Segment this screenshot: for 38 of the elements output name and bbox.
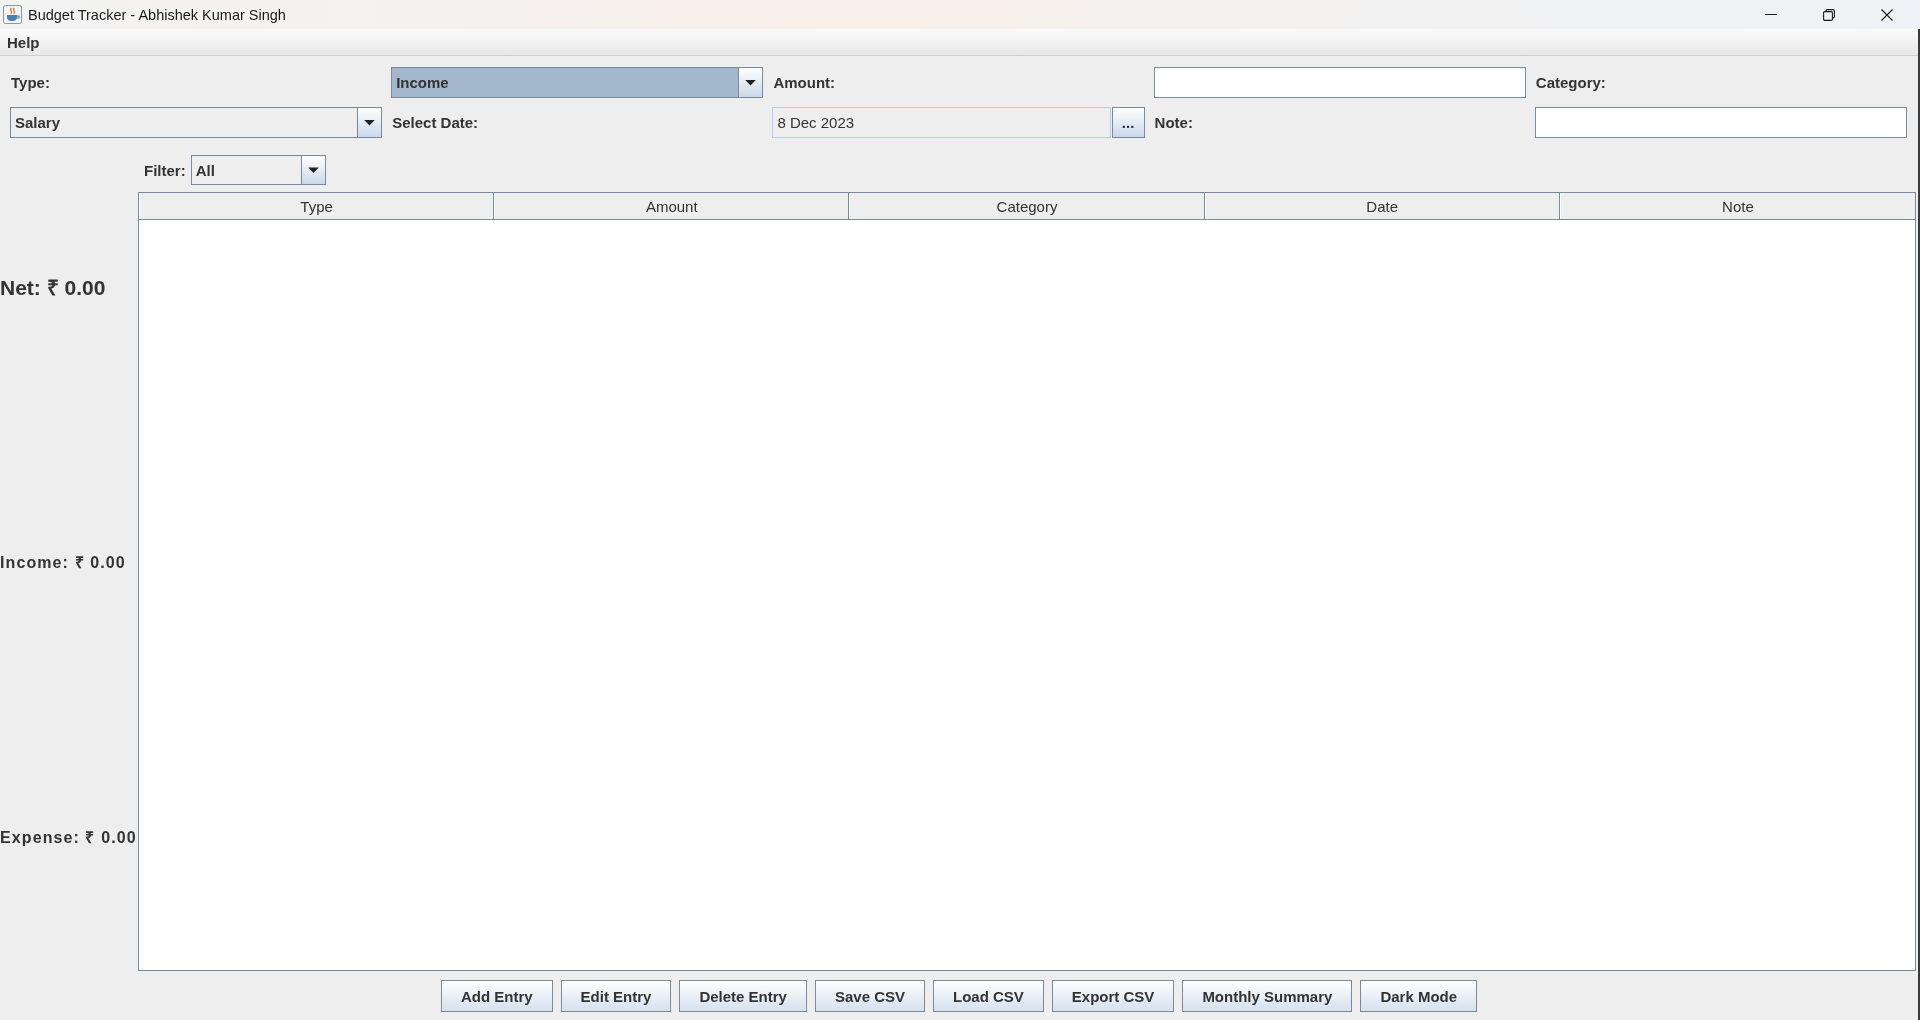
action-button[interactable]: Delete Entry: [679, 980, 807, 1012]
field-label: Amount:: [772, 74, 836, 91]
column-header[interactable]: Amount: [494, 193, 850, 219]
minimize-icon: [1765, 14, 1777, 15]
caret-icon[interactable]: [357, 108, 382, 137]
action-button[interactable]: Load CSV: [933, 980, 1044, 1012]
summary-label: Income: ₹ 0.00: [0, 552, 126, 573]
field-label: Select Date:: [391, 114, 479, 131]
dropdown[interactable]: All: [190, 155, 326, 185]
date-field[interactable]: 8 Dec 2023: [772, 107, 1111, 138]
coffee-cup-icon: [3, 5, 22, 24]
filter-label: Filter:: [144, 161, 186, 179]
field-label: Category:: [1534, 74, 1606, 91]
column-header[interactable]: Date: [1204, 193, 1560, 219]
caret-icon[interactable]: [300, 156, 325, 184]
action-button[interactable]: Save CSV: [814, 980, 925, 1012]
date-picker-button[interactable]: ...: [1111, 107, 1145, 138]
dropdown[interactable]: Income: [391, 67, 764, 98]
column-header[interactable]: Category: [849, 193, 1205, 219]
restore-icon: [1823, 8, 1835, 21]
field-label: Note:: [1153, 114, 1193, 131]
action-button[interactable]: Edit Entry: [560, 980, 672, 1012]
close-icon: [1881, 8, 1893, 21]
dropdown[interactable]: Salary: [10, 107, 383, 138]
column-header[interactable]: Note: [1559, 193, 1915, 219]
menu-item[interactable]: Help: [0, 29, 45, 55]
field-label: Type:: [10, 74, 50, 91]
column-header[interactable]: Type: [139, 193, 495, 219]
summary-label: Expense: ₹ 0.00: [0, 827, 137, 848]
window-title: Budget Tracker - Abhishek Kumar Singh: [28, 6, 286, 23]
action-button[interactable]: Add Entry: [440, 980, 553, 1012]
input-field[interactable]: [1153, 67, 1526, 98]
caret-icon[interactable]: [738, 68, 763, 97]
action-button[interactable]: Export CSV: [1051, 980, 1175, 1012]
action-button[interactable]: Monthly Summary: [1182, 980, 1353, 1012]
summary-label: Net: ₹ 0.00: [0, 274, 106, 301]
input-field[interactable]: [1534, 107, 1907, 138]
action-button[interactable]: Dark Mode: [1360, 980, 1478, 1012]
